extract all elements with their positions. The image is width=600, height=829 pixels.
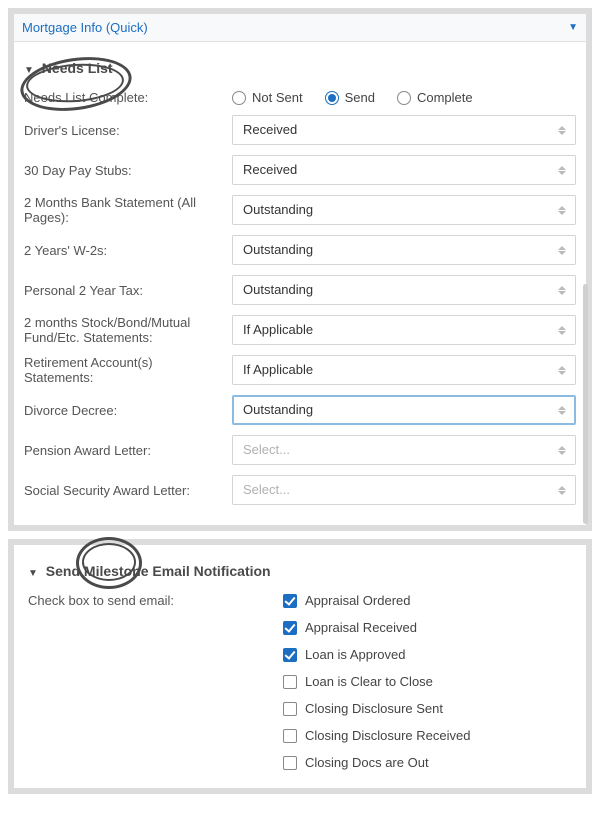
needs-field-row: Social Security Award Letter: Select...: [24, 475, 576, 505]
checkbox-icon: [283, 648, 297, 662]
status-select[interactable]: Outstanding: [232, 235, 576, 265]
checkbox-label: Loan is Approved: [305, 647, 405, 662]
updown-icon: [555, 396, 569, 424]
needs-field-row: Driver's License: Received: [24, 115, 576, 145]
checkbox-icon: [283, 756, 297, 770]
needs-field-row: 2 Months Bank Statement (All Pages): Outs…: [24, 195, 576, 225]
checkbox-label: Closing Docs are Out: [305, 755, 429, 770]
updown-icon: [555, 316, 569, 344]
status-select[interactable]: If Applicable: [232, 315, 576, 345]
status-select[interactable]: If Applicable: [232, 355, 576, 385]
field-label: 30 Day Pay Stubs:: [24, 163, 232, 178]
milestone-checkbox[interactable]: Closing Disclosure Sent: [283, 701, 470, 716]
needs-field-row: 2 Years' W-2s: Outstanding: [24, 235, 576, 265]
radio-icon: [232, 91, 246, 105]
collapse-caret-icon: ▼: [28, 568, 38, 579]
select-value: Select...: [243, 442, 290, 457]
status-select[interactable]: Outstanding: [232, 275, 576, 305]
milestone-checklist: Check box to send email: Appraisal Order…: [28, 593, 572, 770]
checkbox-icon: [283, 675, 297, 689]
scrollbar[interactable]: [583, 284, 588, 524]
radio-send[interactable]: Send: [325, 90, 375, 105]
updown-icon: [555, 436, 569, 464]
field-label: Social Security Award Letter:: [24, 483, 232, 498]
radio-complete[interactable]: Complete: [397, 90, 473, 105]
status-select[interactable]: Outstanding: [232, 395, 576, 425]
panel-header[interactable]: Mortgage Info (Quick) ▼: [14, 14, 586, 42]
field-label: Pension Award Letter:: [24, 443, 232, 458]
checkbox-label: Closing Disclosure Received: [305, 728, 470, 743]
select-value: Outstanding: [243, 202, 313, 217]
field-label: Divorce Decree:: [24, 403, 232, 418]
field-label: Driver's License:: [24, 123, 232, 138]
updown-icon: [555, 116, 569, 144]
milestone-checkbox[interactable]: Appraisal Ordered: [283, 593, 470, 608]
milestone-label: Check box to send email:: [28, 593, 283, 770]
select-value: Received: [243, 122, 297, 137]
radio-not-sent[interactable]: Not Sent: [232, 90, 303, 105]
radio-label: Complete: [417, 90, 473, 105]
milestone-panel: ▼ Send Milestone Email Notification Chec…: [8, 539, 592, 794]
needs-field-row: 2 months Stock/Bond/Mutual Fund/Etc. Sta…: [24, 315, 576, 345]
field-label: 2 Months Bank Statement (All Pages):: [24, 195, 232, 225]
updown-icon: [555, 196, 569, 224]
updown-icon: [555, 476, 569, 504]
needs-field-row: Pension Award Letter: Select...: [24, 435, 576, 465]
checkbox-label: Loan is Clear to Close: [305, 674, 433, 689]
select-value: If Applicable: [243, 322, 313, 337]
select-value: Outstanding: [243, 242, 313, 257]
status-select[interactable]: Outstanding: [232, 195, 576, 225]
milestone-checkbox[interactable]: Loan is Clear to Close: [283, 674, 470, 689]
milestone-title: Send Milestone Email Notification: [46, 563, 271, 579]
field-label: Personal 2 Year Tax:: [24, 283, 232, 298]
status-select[interactable]: Received: [232, 115, 576, 145]
field-label: 2 Years' W-2s:: [24, 243, 232, 258]
radio-label: Not Sent: [252, 90, 303, 105]
radio-icon: [325, 91, 339, 105]
select-value: Outstanding: [243, 402, 313, 417]
checkbox-label: Appraisal Received: [305, 620, 417, 635]
checkbox-icon: [283, 621, 297, 635]
milestone-checkbox[interactable]: Appraisal Received: [283, 620, 470, 635]
status-select[interactable]: Select...: [232, 475, 576, 505]
panel-title: Mortgage Info (Quick): [22, 20, 148, 35]
updown-icon: [555, 356, 569, 384]
milestone-checkbox[interactable]: Loan is Approved: [283, 647, 470, 662]
field-label: Retirement Account(s) Statements:: [24, 355, 232, 385]
needs-field-row: Retirement Account(s) Statements: If Appl…: [24, 355, 576, 385]
select-value: Received: [243, 162, 297, 177]
radio-label: Send: [345, 90, 375, 105]
needs-list-complete-label: Needs List Complete:: [24, 90, 232, 105]
milestone-section-header[interactable]: ▼ Send Milestone Email Notification: [28, 563, 572, 579]
updown-icon: [555, 236, 569, 264]
needs-list-title: Needs List: [42, 60, 113, 76]
updown-icon: [555, 156, 569, 184]
checkbox-icon: [283, 729, 297, 743]
caret-down-icon: ▼: [568, 22, 578, 33]
needs-list-complete-row: Needs List Complete: Not Sent Send Compl…: [24, 90, 576, 105]
status-select[interactable]: Received: [232, 155, 576, 185]
needs-field-row: 30 Day Pay Stubs: Received: [24, 155, 576, 185]
checkbox-label: Appraisal Ordered: [305, 593, 411, 608]
needs-field-row: Divorce Decree: Outstanding: [24, 395, 576, 425]
status-select[interactable]: Select...: [232, 435, 576, 465]
needs-list-section-header[interactable]: ▼ Needs List: [24, 60, 576, 76]
milestone-checkbox[interactable]: Closing Disclosure Received: [283, 728, 470, 743]
checkbox-icon: [283, 594, 297, 608]
checkbox-label: Closing Disclosure Sent: [305, 701, 443, 716]
radio-icon: [397, 91, 411, 105]
updown-icon: [555, 276, 569, 304]
field-label: 2 months Stock/Bond/Mutual Fund/Etc. Sta…: [24, 315, 232, 345]
mortgage-info-panel: Mortgage Info (Quick) ▼ ▼ Needs List Nee…: [8, 8, 592, 531]
select-value: Outstanding: [243, 282, 313, 297]
needs-field-row: Personal 2 Year Tax: Outstanding: [24, 275, 576, 305]
checkbox-icon: [283, 702, 297, 716]
select-value: Select...: [243, 482, 290, 497]
milestone-checkbox[interactable]: Closing Docs are Out: [283, 755, 470, 770]
select-value: If Applicable: [243, 362, 313, 377]
needs-list-complete-radios: Not Sent Send Complete: [232, 90, 576, 105]
collapse-caret-icon: ▼: [24, 65, 34, 76]
